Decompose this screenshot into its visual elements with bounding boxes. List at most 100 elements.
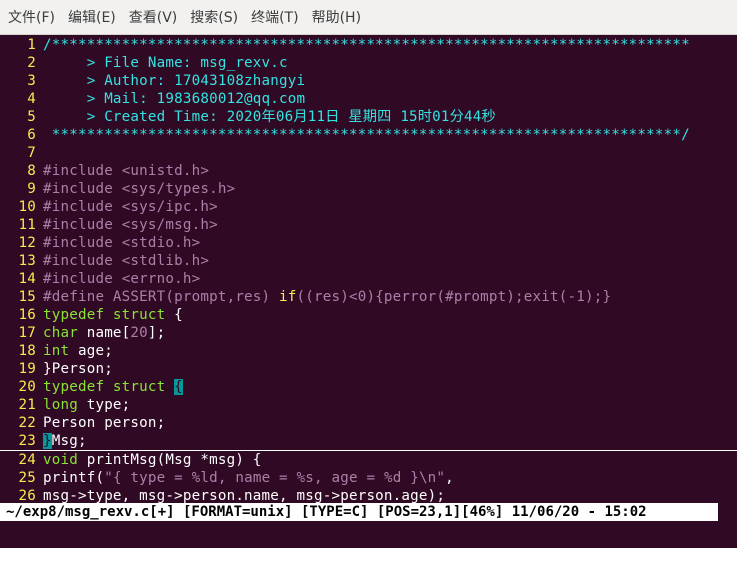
line-number: 18 bbox=[18, 343, 36, 359]
code-line[interactable]: 6 **************************************… bbox=[0, 126, 737, 144]
code-token: <stdio.h> bbox=[121, 235, 201, 251]
code-line[interactable]: 25 printf("{ type = %ld, name = %s, age =… bbox=[0, 469, 737, 487]
code-line[interactable]: 23}Msg; bbox=[0, 432, 737, 451]
code-line[interactable]: 20 typedef struct { bbox=[0, 378, 737, 396]
code-line[interactable]: 14 #include <errno.h> bbox=[0, 270, 737, 288]
code-line[interactable]: 17 char name[20]; bbox=[0, 324, 737, 342]
code-token: %d bbox=[383, 470, 402, 486]
code-token: <stdlib.h> bbox=[121, 253, 210, 269]
menu-search[interactable]: 搜索(S) bbox=[190, 7, 238, 27]
line-number: 22 bbox=[18, 415, 36, 431]
code-text: msg->type, msg->person.name, msg->person… bbox=[43, 488, 445, 504]
code-line[interactable]: 15 #define ASSERT(prompt,res) if((res)<0)… bbox=[0, 288, 737, 306]
code-line[interactable]: 10 #include <sys/ipc.h> bbox=[0, 198, 737, 216]
line-number: 19 bbox=[18, 361, 36, 377]
code-token: }Person; bbox=[43, 361, 113, 377]
code-text: printf("{ type = %ld, name = %s, age = %… bbox=[43, 470, 454, 486]
vim-editor-buffer[interactable]: 1 /**************************************… bbox=[0, 36, 737, 505]
code-token: ]; bbox=[147, 325, 166, 341]
code-token: if bbox=[279, 289, 297, 305]
code-token: 20 bbox=[130, 325, 148, 341]
code-token: > File Name: msg_rexv.c bbox=[43, 55, 288, 71]
menu-bar: 文件(F) 编辑(E) 查看(V) 搜索(S) 终端(T) 帮助(H) bbox=[0, 0, 737, 35]
code-token: } bbox=[43, 433, 52, 449]
code-token: , name = bbox=[217, 470, 297, 486]
line-number: 3 bbox=[27, 73, 36, 89]
code-text: > Mail: 1983680012@qq.com bbox=[43, 91, 305, 107]
terminal-window: 文件(F) 编辑(E) 查看(V) 搜索(S) 终端(T) 帮助(H) 1 /**… bbox=[0, 0, 737, 548]
line-number: 7 bbox=[27, 145, 36, 161]
line-number: 14 bbox=[18, 271, 36, 287]
code-token: #include bbox=[43, 181, 122, 197]
code-text: #include <sys/ipc.h> bbox=[43, 199, 218, 215]
code-token: " bbox=[436, 470, 446, 486]
code-text: #define ASSERT(prompt,res) if((res)<0){p… bbox=[43, 289, 611, 305]
code-text: typedef struct { bbox=[43, 379, 183, 395]
code-text: typedef struct { bbox=[43, 307, 183, 323]
code-text: > Author: 17043108zhangyi bbox=[43, 73, 305, 89]
code-token: age; bbox=[69, 343, 113, 359]
vim-status-line: ~/exp8/msg_rexv.c[+] [FORMAT=unix] [TYPE… bbox=[0, 503, 718, 521]
menu-edit[interactable]: 编辑(E) bbox=[68, 7, 116, 27]
code-line[interactable]: 13 #include <stdlib.h> bbox=[0, 252, 737, 270]
code-token: void bbox=[43, 452, 78, 468]
line-number: 8 bbox=[27, 163, 36, 179]
code-token: /***************************************… bbox=[43, 37, 690, 53]
code-line[interactable]: 19 }Person; bbox=[0, 360, 737, 378]
code-line[interactable]: 21 long type; bbox=[0, 396, 737, 414]
code-token: <unistd.h> bbox=[121, 163, 210, 179]
code-line[interactable]: 12 #include <stdio.h> bbox=[0, 234, 737, 252]
code-token: typedef struct bbox=[43, 379, 166, 395]
code-line[interactable]: 3 > Author: 17043108zhangyi bbox=[0, 72, 737, 90]
code-token: #include bbox=[43, 271, 122, 287]
code-line[interactable]: 4 > Mail: 1983680012@qq.com bbox=[0, 90, 737, 108]
line-number: 1 bbox=[27, 37, 36, 53]
code-token: msg->type, msg->person.name, msg->person… bbox=[43, 488, 446, 504]
code-line[interactable]: 16 typedef struct { bbox=[0, 306, 737, 324]
code-text: #include <sys/msg.h> bbox=[43, 217, 218, 233]
code-line[interactable]: 11 #include <sys/msg.h> bbox=[0, 216, 737, 234]
code-token: "{ type = bbox=[104, 470, 192, 486]
line-number: 21 bbox=[18, 397, 36, 413]
menu-view[interactable]: 查看(V) bbox=[129, 7, 178, 27]
code-text: void printMsg(Msg *msg) { bbox=[43, 452, 262, 468]
code-line[interactable]: 7 bbox=[0, 144, 737, 162]
code-token: Msg; bbox=[51, 433, 87, 449]
code-token: #include bbox=[43, 235, 122, 251]
menu-help[interactable]: 帮助(H) bbox=[312, 7, 361, 27]
code-text: #include <stdlib.h> bbox=[43, 253, 209, 269]
line-number: 5 bbox=[27, 109, 36, 125]
code-text: int age; bbox=[43, 343, 113, 359]
code-line[interactable]: 22 Person person; bbox=[0, 414, 737, 432]
code-text: ****************************************… bbox=[43, 127, 690, 143]
code-line[interactable]: 2 > File Name: msg_rexv.c bbox=[0, 54, 737, 72]
menu-terminal[interactable]: 终端(T) bbox=[251, 7, 298, 27]
code-token: #define ASSERT(prompt,res) bbox=[43, 289, 280, 305]
code-line[interactable]: 8 #include <unistd.h> bbox=[0, 162, 737, 180]
line-number: 24 bbox=[18, 452, 36, 468]
line-number: 11 bbox=[18, 217, 36, 233]
code-token: <sys/ipc.h> bbox=[121, 199, 218, 215]
code-line[interactable]: 5 > Created Time: 2020年06月11日 星期四 15时01分… bbox=[0, 108, 737, 126]
line-number: 15 bbox=[18, 289, 36, 305]
code-text: }Person; bbox=[43, 361, 113, 377]
line-number: 4 bbox=[27, 91, 36, 107]
code-text: > Created Time: 2020年06月11日 星期四 15时01分44… bbox=[43, 109, 496, 125]
code-text: #include <sys/types.h> bbox=[43, 181, 235, 197]
code-token: <sys/msg.h> bbox=[121, 217, 218, 233]
code-token: printf( bbox=[43, 470, 105, 486]
code-token: %s bbox=[296, 470, 315, 486]
code-token: #include bbox=[43, 217, 122, 233]
code-line[interactable]: 1 /**************************************… bbox=[0, 36, 737, 54]
code-token: printMsg(Msg *msg) { bbox=[77, 452, 262, 468]
code-line[interactable]: 24 void printMsg(Msg *msg) { bbox=[0, 451, 737, 469]
menu-file[interactable]: 文件(F) bbox=[8, 7, 55, 27]
code-line[interactable]: 9 #include <sys/types.h> bbox=[0, 180, 737, 198]
line-number: 9 bbox=[27, 181, 36, 197]
code-line[interactable]: 18 int age; bbox=[0, 342, 737, 360]
code-text: #include <stdio.h> bbox=[43, 235, 200, 251]
code-token: int bbox=[43, 343, 70, 359]
code-token: , bbox=[445, 470, 454, 486]
code-token: { bbox=[165, 307, 183, 323]
